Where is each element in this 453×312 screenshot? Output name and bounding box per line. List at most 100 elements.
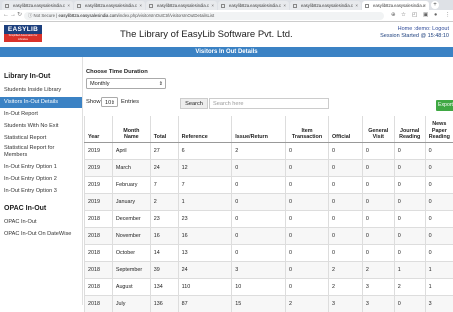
sidebar-item-no-exit[interactable]: Students With No Exit [0,121,82,132]
table-cell: 0 [286,278,329,295]
tab-label: easylib82a.easysalesindia.c [373,3,425,8]
browser-tab[interactable]: easylib82a.easysalesindia.c× [218,1,289,10]
table-cell: 2 [362,261,394,278]
table-cell: 1 [394,261,425,278]
table-cell: 13 [178,244,232,261]
close-tab-icon[interactable]: × [139,1,142,10]
browser-tab[interactable]: easylib82a.easysalesindia.c× [2,1,73,10]
export-button[interactable]: Export [436,100,453,111]
column-header-item-transaction[interactable]: Item Transaction [286,116,329,142]
table-cell: 0 [286,193,329,210]
table-cell: 0 [362,227,394,244]
sidebar-item-students-inside[interactable]: Students Inside Library [0,85,82,96]
close-tab-icon[interactable]: × [423,1,426,10]
page-icon [77,4,81,8]
column-header-month[interactable]: Month Name [112,116,150,142]
table-cell: 2 [394,278,425,295]
address-bar: ← → ↻ ⓘ Not Secure | easylib82a.easysale… [0,10,453,22]
table-cell: 2 [328,278,362,295]
sidebar-item-statistical-report[interactable]: Statistical Report [0,133,82,144]
table-cell: 2019 [85,159,113,176]
table-cell: February [112,176,150,193]
table-cell: 110 [178,278,232,295]
column-header-year[interactable]: Year [85,116,113,142]
table-row: 2019March2412000000 [85,159,453,176]
close-tab-icon[interactable]: × [355,1,358,10]
sidebar-item-opac-datewise[interactable]: OPAC In-Out On DateWise [0,229,82,240]
sidebar-item-entry-option-3[interactable]: In-Out Entry Option 3 [0,186,82,197]
table-cell: 136 [150,295,178,312]
close-tab-icon[interactable]: × [283,1,286,10]
extension-icon[interactable]: ▣ [423,11,428,20]
zoom-icon[interactable]: ⊕ [391,11,396,20]
column-header-general-visit[interactable]: General Visit [362,116,394,142]
table-cell: 0 [362,159,394,176]
table-cell: 0 [232,244,286,261]
forward-icon[interactable]: → [10,11,16,20]
back-icon[interactable]: ← [3,11,9,20]
extension-icon[interactable]: ◰ [412,11,417,20]
sidebar-item-in-out-report[interactable]: In-Out Report [0,109,82,120]
home-logout-links[interactable]: Home :demo: Logout [380,26,449,33]
table-cell: 24 [178,261,232,278]
show-label: Show [86,99,101,105]
close-tab-icon[interactable]: × [67,1,70,10]
bookmark-star-icon[interactable]: ☆ [401,11,406,20]
table-cell: August [112,278,150,295]
sidebar-item-statistical-report-members[interactable]: Statistical Report for [0,145,82,152]
column-header-journal-reading[interactable]: Journal Reading [394,116,425,142]
menu-icon[interactable]: ⋮ [445,11,451,20]
table-cell: 0 [394,210,425,227]
page-icon [365,4,369,8]
profile-icon[interactable]: ● [434,11,437,20]
table-header-row: Year Month Name Total Reference Issue/Re… [85,116,453,142]
browser-tab[interactable]: easylib82a.easysalesindia.c× [146,1,217,10]
table-cell: 2 [286,295,329,312]
table-cell: 0 [425,176,453,193]
sidebar-section-library-in-out: Library In-Out [4,73,50,80]
column-header-total[interactable]: Total [150,116,178,142]
table-cell: 0 [328,227,362,244]
column-header-newspaper-reading[interactable]: News Paper Reading [425,116,453,142]
sidebar-item-opac-in-out[interactable]: OPAC In-Out [0,217,82,228]
column-header-issue-return[interactable]: Issue/Return [232,116,286,142]
table-cell: 2019 [85,142,113,159]
column-header-reference[interactable]: Reference [178,116,232,142]
browser-tab[interactable]: easylib82a.easysalesindia.c× [290,1,361,10]
site-title: The Library of EasyLib Software Pvt. Ltd… [120,29,293,40]
table-cell: 0 [362,142,394,159]
sidebar-item-entry-option-2[interactable]: In-Out Entry Option 2 [0,174,82,185]
entries-select[interactable]: 10 ⇕ [101,97,118,107]
close-tab-icon[interactable]: × [211,1,214,10]
table-cell: 0 [286,159,329,176]
search-input[interactable]: Search here [209,98,329,109]
table-cell: 0 [425,210,453,227]
sidebar-item-statistical-report-members[interactable]: Members [0,152,82,159]
column-header-official[interactable]: Official [328,116,362,142]
browser-tab[interactable]: easylib82a.easysalesindia.c× [74,1,145,10]
browser-tab-active[interactable]: easylib82a.easysalesindia.c× [362,1,429,10]
url-path: /index.php/visitorsInOutCtrl/visitorsInO… [118,13,214,18]
reload-icon[interactable]: ↻ [17,11,22,20]
table-cell: 2 [232,142,286,159]
table-row: 2018November1616000000 [85,227,453,244]
time-duration-select[interactable]: Monthly ⇕ [86,78,166,89]
table-cell: 0 [328,176,362,193]
table-cell: 0 [362,244,394,261]
table-cell: 0 [286,176,329,193]
new-tab-icon[interactable]: + [431,1,439,9]
table-cell: 0 [425,159,453,176]
sidebar-item-entry-option-1[interactable]: In-Out Entry Option 1 [0,162,82,173]
sidebar-item-visitors-in-out[interactable]: Visitors In-Out Details [0,97,82,108]
search-button[interactable]: Search [180,98,208,109]
table-row: 2018August1341101002321 [85,278,453,295]
url-field[interactable]: ⓘ Not Secure | easylib82a.easysalesindia… [24,12,384,20]
table-cell: 0 [232,159,286,176]
table-cell: 0 [394,142,425,159]
table-cell: 0 [362,210,394,227]
logo-text: EASYLIB [4,25,42,34]
table-cell: 134 [150,278,178,295]
table-cell: 0 [286,142,329,159]
easylib-logo[interactable]: EASYLIB Simplified Automation for Librar… [4,25,42,40]
tab-label: easylib82a.easysalesindia.c [85,3,137,8]
